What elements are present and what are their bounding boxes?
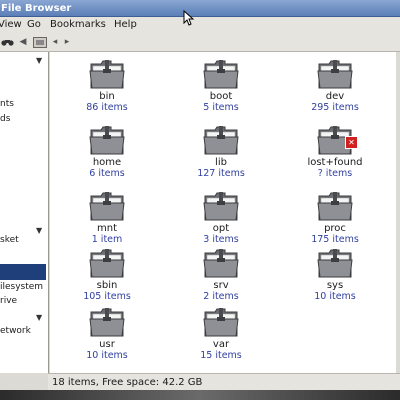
sidebar-item-drive[interactable]: rive (0, 296, 17, 306)
binoculars-icon[interactable] (0, 36, 14, 48)
back-arrow-icon[interactable]: ◀ (18, 36, 28, 48)
folder-item-count: 2 items (203, 291, 239, 302)
sidebar-item-network[interactable]: etwork (0, 326, 31, 336)
folder-item[interactable]: mnt 1 item (62, 190, 152, 245)
folder-icon (62, 306, 152, 338)
folder-name: home (92, 157, 122, 168)
folder-name: sys (326, 280, 344, 291)
folder-item[interactable]: sys 10 items (290, 247, 380, 302)
folder-name: proc (324, 223, 346, 234)
folder-name: opt (212, 223, 230, 234)
folder-item-count: 105 items (83, 291, 131, 302)
sidebar-item-documents[interactable]: nts (0, 99, 14, 109)
sidebar-item-downloads[interactable]: ds (0, 114, 10, 124)
folder-icon: ✕ (290, 124, 380, 156)
folder-icon (62, 58, 152, 90)
left-arrow-icon[interactable]: ◂ (50, 36, 60, 48)
folder-name: var (212, 339, 230, 350)
status-text: 18 items, Free space: 42.2 GB (52, 377, 203, 388)
file-view: bin 86 items boot 5 items dev 295 items home 6 … (50, 52, 396, 373)
folder-icon (176, 58, 266, 90)
menu-help[interactable]: Help (114, 17, 137, 33)
folder-name: mnt (97, 223, 117, 234)
folder-item-count: 15 items (200, 350, 242, 361)
status-bar: 18 items, Free space: 42.2 GB (48, 373, 400, 390)
folder-icon (176, 247, 266, 279)
folder-name: usr (99, 339, 115, 350)
folder-name: bin (99, 91, 115, 102)
folder-item[interactable]: dev 295 items (290, 58, 380, 113)
folder-item-count: 295 items (311, 102, 359, 113)
desktop-background (0, 390, 400, 400)
sidebar-item-desktop[interactable]: sket (0, 235, 19, 245)
folder-item[interactable]: lib 127 items (176, 124, 266, 179)
folder-icon (290, 247, 380, 279)
folder-item[interactable]: bin 86 items (62, 58, 152, 113)
folder-item-count: 10 items (314, 291, 356, 302)
chevron-down-icon[interactable]: ▼ (36, 56, 42, 65)
folder-item-count: 127 items (197, 168, 245, 179)
folder-icon (290, 190, 380, 222)
folder-item[interactable]: ✕ lost+found? items (290, 124, 380, 179)
folder-name: dev (325, 91, 345, 102)
folder-item[interactable]: usr 10 items (62, 306, 152, 361)
folder-icon (62, 190, 152, 222)
folder-item[interactable]: proc 175 items (290, 190, 380, 245)
folder-item[interactable]: home 6 items (62, 124, 152, 179)
folder-item[interactable]: boot 5 items (176, 58, 266, 113)
folder-name: lib (215, 157, 227, 168)
file-browser-window: File Browser View Go Bookmarks Help ◀ ◂ … (0, 0, 400, 390)
window-title: File Browser (1, 3, 72, 14)
right-arrow-icon[interactable]: ▸ (62, 36, 72, 48)
no-access-badge-icon: ✕ (345, 136, 358, 149)
location-icon[interactable] (32, 36, 48, 48)
folder-item-count: 1 item (91, 234, 123, 245)
folder-item-count: 10 items (86, 350, 128, 361)
menu-bookmarks[interactable]: Bookmarks (50, 17, 106, 33)
folder-name: boot (209, 91, 233, 102)
chevron-down-icon[interactable]: ▼ (36, 226, 42, 235)
folder-icon (62, 247, 152, 279)
folder-name: srv (213, 280, 229, 291)
folder-name: lost+found (307, 157, 363, 168)
sidebar-selected-item[interactable] (0, 264, 46, 280)
folder-item[interactable]: var 15 items (176, 306, 266, 361)
folder-item-count: 86 items (86, 102, 128, 113)
folder-icon (176, 124, 266, 156)
folder-item-count: 175 items (311, 234, 359, 245)
folder-item-count: 5 items (203, 102, 239, 113)
folder-icon (62, 124, 152, 156)
folder-name: sbin (96, 280, 118, 291)
folder-icon (176, 306, 266, 338)
folder-item[interactable]: sbin 105 items (62, 247, 152, 302)
chevron-down-icon[interactable]: ▼ (36, 313, 42, 322)
folder-item[interactable]: srv 2 items (176, 247, 266, 302)
folder-icon (176, 190, 266, 222)
window-titlebar[interactable]: File Browser (0, 0, 400, 17)
folder-item-count: 3 items (203, 234, 239, 245)
menu-bar: View Go Bookmarks Help (0, 17, 400, 33)
folder-icon (290, 58, 380, 90)
sidebar-places: ▼ nts ds ▼ sket ilesystem rive ▼ etwork (0, 52, 49, 373)
menu-view[interactable]: View (0, 17, 22, 33)
mouse-cursor-icon (183, 10, 195, 26)
folder-item[interactable]: opt 3 items (176, 190, 266, 245)
sidebar-item-filesystem[interactable]: ilesystem (0, 282, 43, 292)
folder-item-count: 6 items (89, 168, 125, 179)
folder-item-count: ? items (317, 168, 353, 179)
toolbar: ◀ ◂ ▸ (0, 33, 400, 52)
menu-go[interactable]: Go (27, 17, 41, 33)
